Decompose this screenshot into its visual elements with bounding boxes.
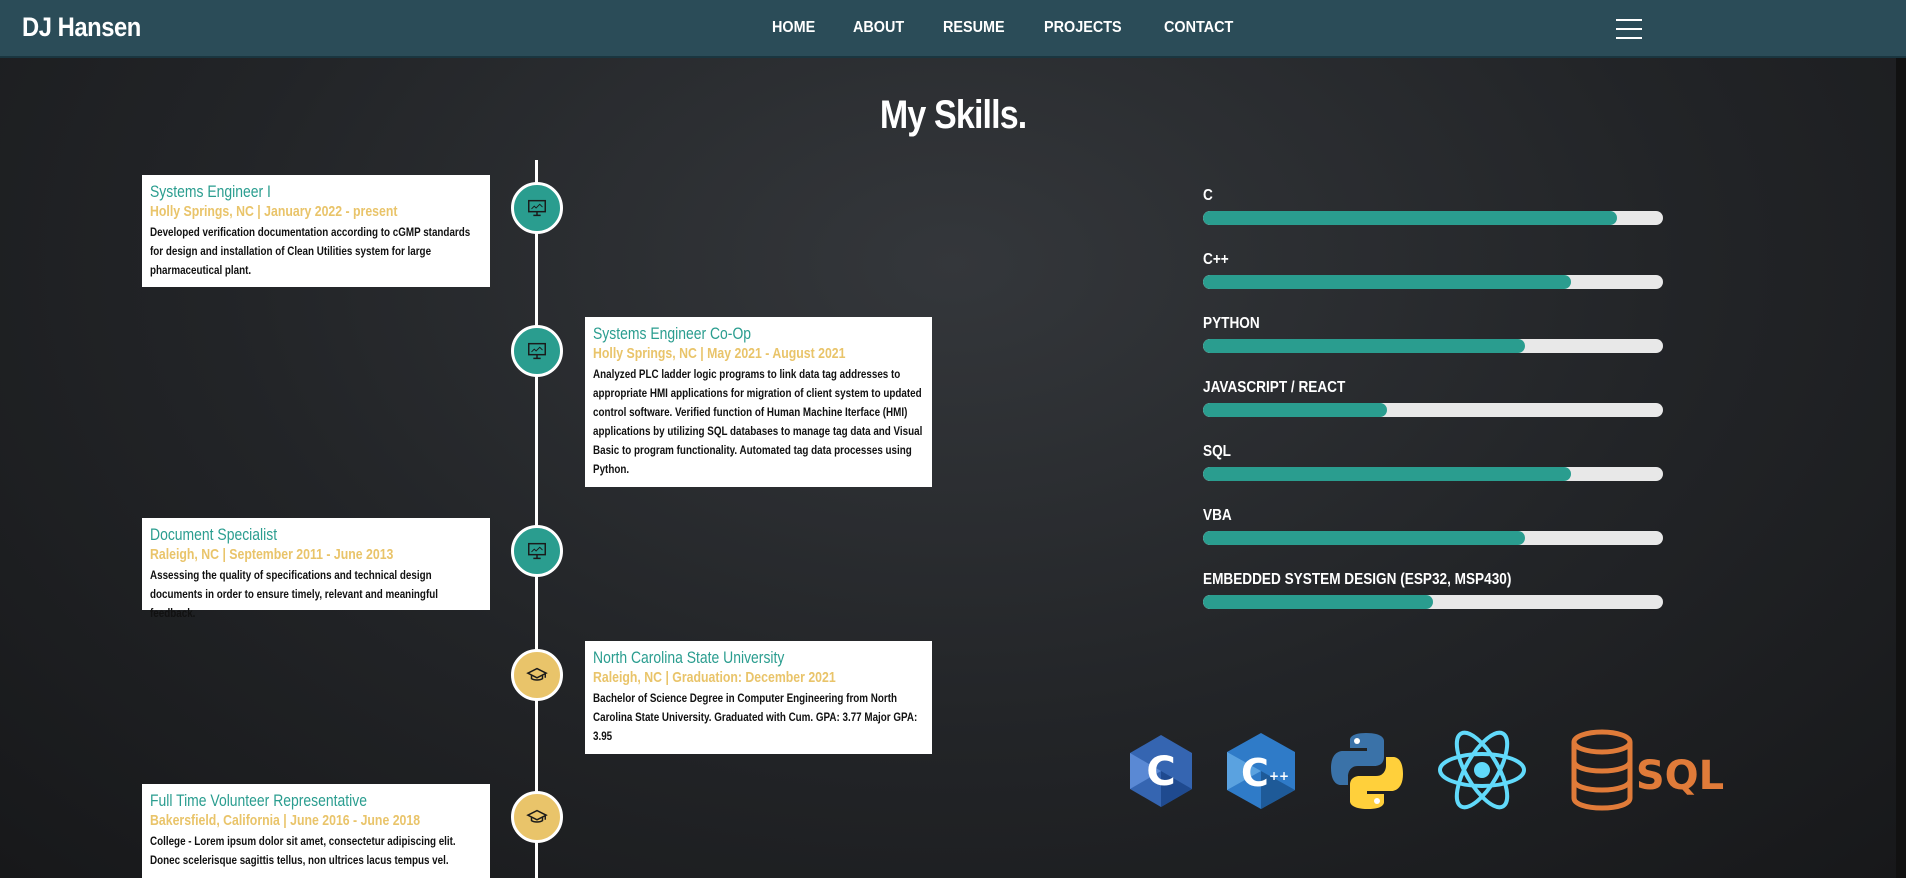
card-description: Bachelor of Science Degree in Computer E…: [593, 691, 918, 743]
brand-logo[interactable]: DJ Hansen: [22, 12, 141, 43]
card-subtitle: Raleigh, NC | Graduation: December 2021: [593, 669, 836, 686]
nav-links: HOME ABOUT RESUME PROJECTS CONTACT: [772, 19, 1274, 37]
skill-bar-fill: [1203, 467, 1571, 481]
skill-name: EMBEDDED SYSTEM DESIGN (ESP32, MSP430): [1203, 571, 1512, 588]
c-language-icon: C: [1130, 735, 1192, 807]
nav-home[interactable]: HOME: [772, 19, 815, 37]
skill-bar-fill: [1203, 595, 1433, 609]
skill-bar-fill: [1203, 339, 1525, 353]
graduation-cap-icon: [511, 791, 563, 843]
svg-text:C: C: [1146, 749, 1175, 795]
skill-bar: [1203, 339, 1663, 353]
skill-bar-fill: [1203, 403, 1387, 417]
skill-item: C: [1203, 187, 1663, 251]
monitor-icon: [511, 325, 563, 377]
skill-bar-fill: [1203, 275, 1571, 289]
hamburger-menu-icon[interactable]: [1616, 19, 1642, 39]
skill-item: SQL: [1203, 443, 1663, 507]
card-title: Full Time Volunteer Representative: [150, 791, 367, 810]
graduation-cap-icon: [511, 649, 563, 701]
skill-bar: [1203, 595, 1663, 609]
skill-item: EMBEDDED SYSTEM DESIGN (ESP32, MSP430): [1203, 571, 1663, 635]
card-title: North Carolina State University: [593, 648, 785, 667]
skills-list: C C++ PYTHON JAVASCRIPT / REACT SQL VBA …: [1203, 187, 1663, 635]
sql-database-icon: SQL: [1571, 729, 1724, 811]
python-icon: [1331, 733, 1403, 809]
skill-bar-fill: [1203, 531, 1525, 545]
skill-name: JAVASCRIPT / REACT: [1203, 379, 1346, 396]
scrollbar[interactable]: [1896, 58, 1906, 878]
nav-resume[interactable]: RESUME: [943, 19, 1005, 37]
section-title: My Skills.: [879, 93, 1027, 137]
monitor-icon: [511, 182, 563, 234]
nav-projects[interactable]: PROJECTS: [1044, 19, 1122, 37]
svg-text:SQL: SQL: [1636, 753, 1724, 799]
card-description: College - Lorem ipsum dolor sit amet, co…: [150, 834, 456, 867]
skill-bar: [1203, 403, 1663, 417]
skill-item: VBA: [1203, 507, 1663, 571]
card-description: Assessing the quality of specifications …: [150, 568, 438, 620]
card-description: Developed verification documentation acc…: [150, 225, 471, 277]
card-title: Systems Engineer Co-Op: [593, 324, 752, 343]
svg-text:C: C: [1241, 751, 1269, 795]
card-subtitle: Holly Springs, NC | May 2021 - August 20…: [593, 345, 846, 362]
skill-item: JAVASCRIPT / REACT: [1203, 379, 1663, 443]
skill-name: C++: [1203, 251, 1229, 268]
card-subtitle: Holly Springs, NC | January 2022 - prese…: [150, 203, 398, 220]
skill-bar: [1203, 211, 1663, 225]
monitor-icon: [511, 525, 563, 577]
timeline-card: Systems Engineer I Holly Springs, NC | J…: [142, 175, 490, 287]
card-description: Analyzed PLC ladder logic programs to li…: [593, 367, 923, 476]
card-title: Systems Engineer I: [150, 182, 271, 201]
navbar: DJ Hansen HOME ABOUT RESUME PROJECTS CON…: [0, 0, 1906, 58]
cpp-language-icon: C ++: [1227, 733, 1295, 809]
nav-about[interactable]: ABOUT: [853, 19, 904, 37]
skill-bar: [1203, 275, 1663, 289]
nav-contact[interactable]: CONTACT: [1164, 19, 1233, 37]
timeline-card: Full Time Volunteer Representative Baker…: [142, 784, 490, 878]
card-title: Document Specialist: [150, 525, 278, 544]
skill-name: VBA: [1203, 507, 1232, 524]
timeline-card: Document Specialist Raleigh, NC | Septem…: [142, 518, 490, 620]
skill-name: SQL: [1203, 443, 1231, 460]
card-subtitle: Raleigh, NC | September 2011 - June 2013: [150, 546, 394, 563]
skill-bar: [1203, 531, 1663, 545]
skill-bar-fill: [1203, 211, 1617, 225]
timeline-card: Systems Engineer Co-Op Holly Springs, NC…: [585, 317, 932, 487]
skill-item: C++: [1203, 251, 1663, 315]
svg-text:++: ++: [1269, 769, 1289, 783]
skill-name: PYTHON: [1203, 315, 1260, 332]
skill-item: PYTHON: [1203, 315, 1663, 379]
skill-bar: [1203, 467, 1663, 481]
react-icon: [1438, 730, 1526, 810]
card-subtitle: Bakersfield, California | June 2016 - Ju…: [150, 812, 421, 829]
skill-name: C: [1203, 187, 1213, 204]
timeline-line: [535, 160, 538, 878]
timeline-card: North Carolina State University Raleigh,…: [585, 641, 932, 754]
